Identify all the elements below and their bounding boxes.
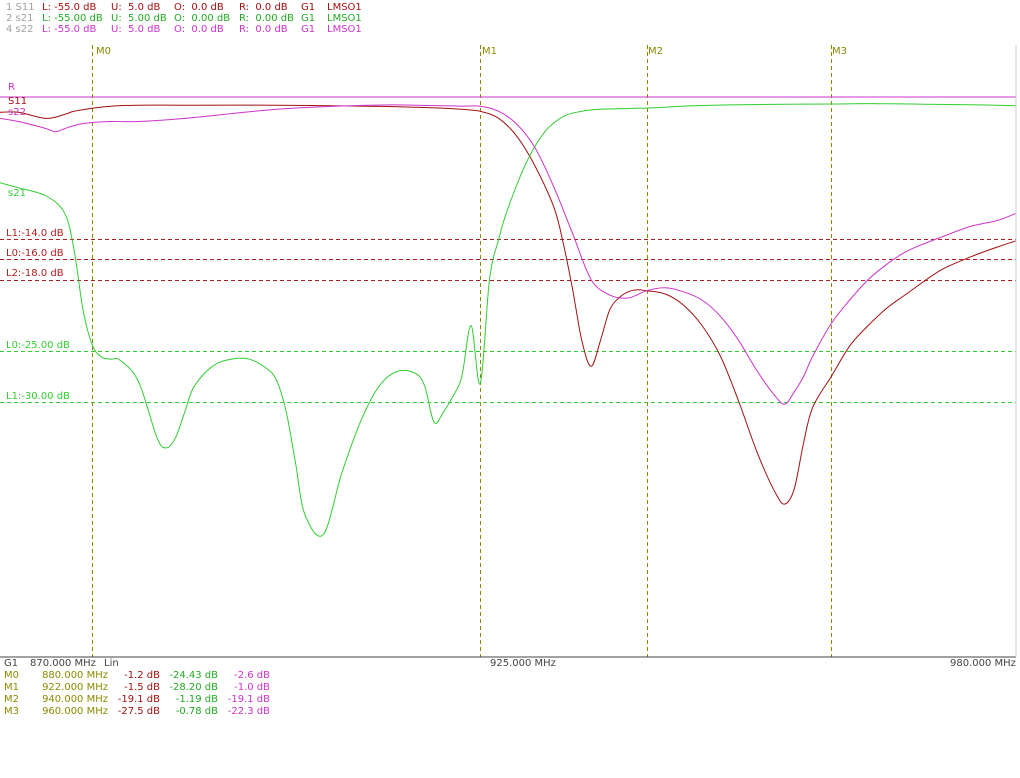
marker-row-freq: 880.000 MHz	[42, 670, 108, 681]
limit-label-l1-s11: L1:-14.0 dB	[6, 228, 64, 239]
marker-row-m2: M2 940.000 MHz -19.1 dB -1.19 dB -19.1 d…	[4, 694, 270, 706]
marker-row-s22: -19.1 dB	[227, 694, 270, 705]
freq-center: 925.000 MHz	[490, 658, 556, 669]
freq-scale: Lin	[104, 658, 119, 669]
limit-lines	[0, 239, 1016, 403]
limit-label-l1-s21: L1:-30.00 dB	[6, 391, 70, 402]
marker-row-name: M0	[4, 670, 19, 681]
marker-row-m1: M1 922.000 MHz -1.5 dB -28.20 dB -1.0 dB	[4, 682, 270, 694]
trace-s21	[0, 103, 1017, 537]
limit-label-l2-s11: L2:-18.0 dB	[6, 268, 64, 279]
marker-row-s22: -2.6 dB	[234, 670, 270, 681]
trace-plot[interactable]	[0, 0, 1020, 726]
s21-trace-label: s21	[8, 188, 26, 199]
marker-tag-m2[interactable]: M2	[648, 46, 663, 57]
marker-row-s11: -27.5 dB	[117, 706, 160, 717]
traces	[0, 103, 1017, 537]
marker-row-m3: M3 960.000 MHz -27.5 dB -0.78 dB -22.3 d…	[4, 706, 270, 718]
limit-label-l0-s11: L0:-16.0 dB	[6, 248, 64, 259]
marker-row-name: M2	[4, 694, 19, 705]
ref-label: R	[8, 82, 15, 93]
marker-row-s21: -24.43 dB	[169, 670, 218, 681]
trace-s11	[0, 104, 1017, 505]
marker-row-s22: -22.3 dB	[227, 706, 270, 717]
marker-row-s11: -19.1 dB	[117, 694, 160, 705]
limit-label-l0-s21: L0:-25.00 dB	[6, 340, 70, 351]
marker-row-m0: M0 880.000 MHz -1.2 dB -24.43 dB -2.6 dB	[4, 670, 270, 682]
marker-row-s11: -1.5 dB	[124, 682, 160, 693]
marker-row-s21: -1.19 dB	[175, 694, 218, 705]
s11-trace-label: S11	[8, 96, 28, 107]
marker-tag-m0[interactable]: M0	[96, 46, 111, 57]
marker-row-s21: -0.78 dB	[175, 706, 218, 717]
marker-tag-m3[interactable]: M3	[832, 46, 847, 57]
marker-row-s22: -1.0 dB	[234, 682, 270, 693]
marker-row-freq: 922.000 MHz	[42, 682, 108, 693]
marker-row-name: M1	[4, 682, 19, 693]
marker-row-s21: -28.20 dB	[169, 682, 218, 693]
freq-group: G1	[4, 658, 19, 669]
trace-s22	[0, 104, 1017, 405]
freq-stop: 980.000 MHz	[950, 658, 1016, 669]
marker-row-freq: 960.000 MHz	[42, 706, 108, 717]
marker-row-name: M3	[4, 706, 19, 717]
marker-row-freq: 940.000 MHz	[42, 694, 108, 705]
marker-tag-m1[interactable]: M1	[482, 46, 497, 57]
freq-start: 870.000 MHz	[30, 658, 96, 669]
s22-trace-label: s22	[8, 107, 26, 118]
marker-row-s11: -1.2 dB	[124, 670, 160, 681]
